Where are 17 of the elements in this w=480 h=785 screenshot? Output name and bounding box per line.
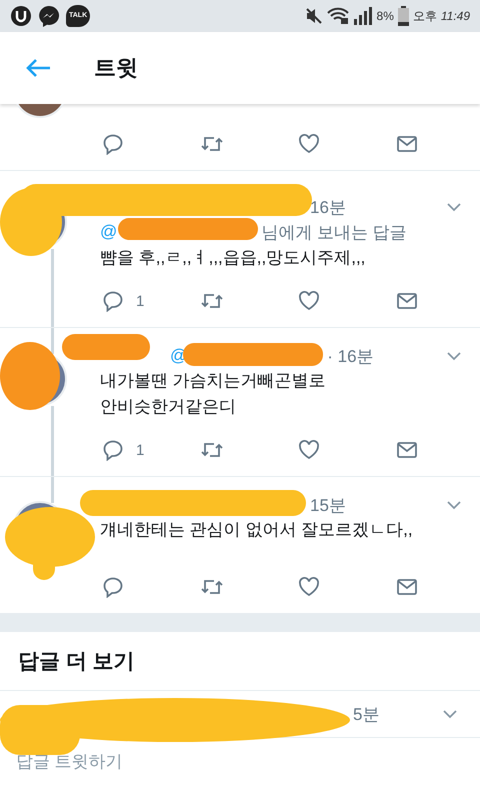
battery-percent: 8%	[376, 9, 394, 23]
time-period: 오후	[412, 8, 437, 24]
reply-count: 1	[136, 442, 144, 458]
tweet-text: 내가볼땐 가슴치는거빼곤별로 안비슷한거같은디	[99, 370, 327, 418]
section-title: 답글 더 보기	[18, 649, 135, 675]
clock-time: 11:49	[440, 9, 470, 23]
tweet-time: 16분	[310, 196, 346, 218]
reply-to-label: 님에게 보내는 답글	[261, 222, 407, 244]
tweet-time: · 16분	[327, 346, 374, 368]
tweet-text: 걔네한테는 관심이 없어서 잘모르겠ㄴ다,,	[99, 519, 414, 541]
mention-link[interactable]: @	[100, 222, 118, 242]
reply-input-field[interactable]: 답글 트윗하기	[16, 747, 316, 777]
reply-count: 1	[136, 292, 144, 310]
tweet-time: 5분	[353, 704, 380, 726]
tweet-text: 뺨을 후,,ㄹ,,ㅕ,,,읍읍,,망도시주제,,,	[99, 247, 366, 269]
page-title: 트윗	[94, 54, 138, 82]
tweet-time: 15분	[310, 494, 346, 516]
